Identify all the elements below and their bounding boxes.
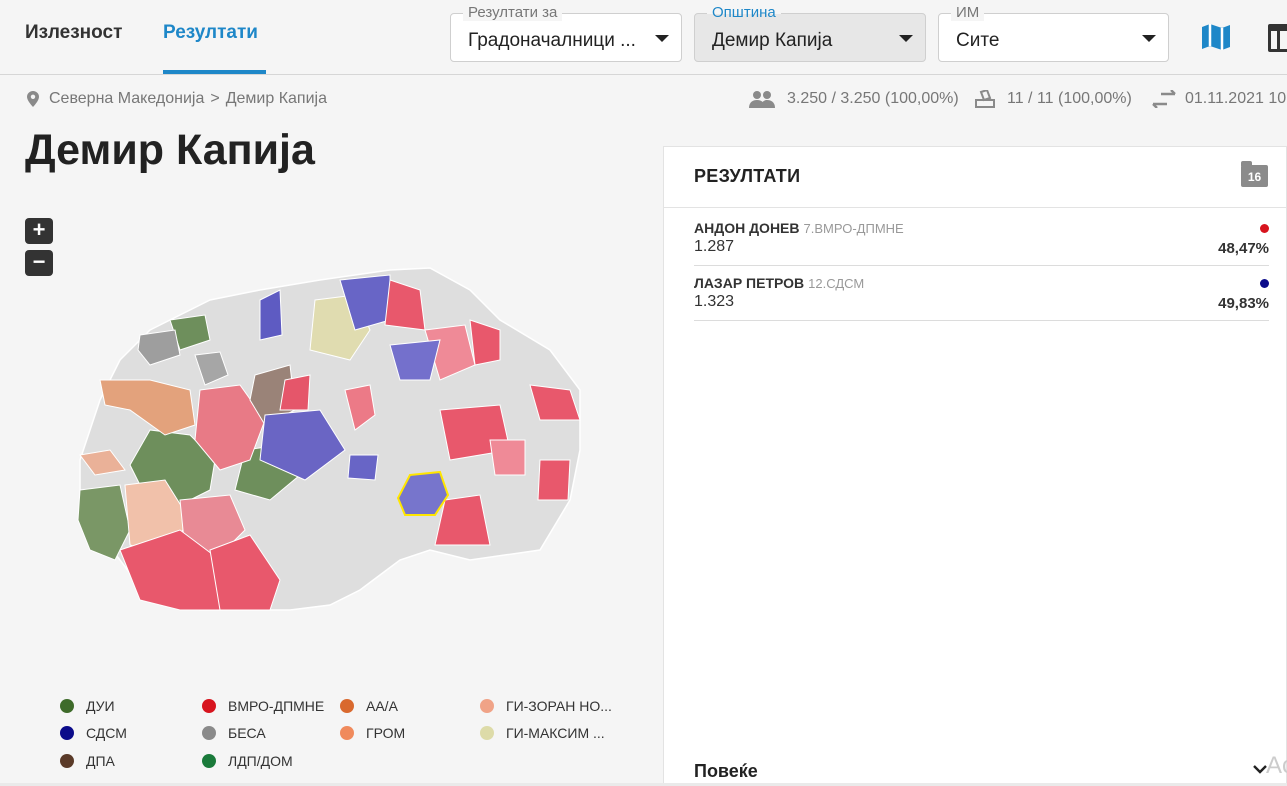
- active-tab-indicator: [163, 70, 266, 74]
- candidate-votes: 1.323: [694, 293, 735, 310]
- region-blue-small: [347, 454, 379, 481]
- arrows-icon: [1152, 90, 1176, 108]
- legend-dot: [60, 754, 74, 768]
- region-pink-east: [489, 439, 526, 476]
- name-select[interactable]: ИМ Сите: [938, 5, 1169, 62]
- candidate-party: 7.ВМРО-ДПМНЕ: [803, 221, 904, 236]
- more-button[interactable]: Повеќе: [694, 761, 758, 782]
- caret-down-icon: [1142, 35, 1156, 42]
- page-title: Демир Капија: [25, 126, 315, 174]
- legend-label: БЕСА: [228, 725, 266, 741]
- folder-icon[interactable]: 16: [1241, 161, 1268, 187]
- legend-label: ЛДП/ДОМ: [228, 753, 293, 769]
- legend-label: АА/А: [366, 698, 398, 714]
- breadcrumb-municipality: Демир Капија: [225, 90, 327, 107]
- candidate-percent: 48,47%: [1218, 240, 1269, 257]
- legend-item: БЕСА: [202, 725, 266, 741]
- legend-item: ГИ-ЗОРАН НО...: [480, 698, 612, 714]
- legend-item: ЛДП/ДОМ: [202, 753, 293, 769]
- updated-value: 01.11.2021 10:0: [1185, 90, 1287, 107]
- name-value: Сите: [956, 30, 1000, 51]
- municipality-select[interactable]: Општина Демир Капија: [694, 5, 926, 62]
- top-bar: Излезност Резултати Резултати за Градона…: [0, 0, 1287, 75]
- results-for-select[interactable]: Резултати за Градоначалници ...: [450, 5, 682, 62]
- name-label: ИМ: [951, 5, 985, 21]
- results-for-value: Градоначалници ...: [468, 30, 636, 51]
- breadcrumb-country[interactable]: Северна Македонија: [49, 90, 204, 108]
- results-panel: РЕЗУЛТАТИ 16 АНДОН ДОНЕВ 7.ВМРО-ДПМНЕ 1.2…: [663, 146, 1287, 786]
- legend-label: ВМРО-ДПМНЕ: [228, 698, 325, 714]
- candidate-row[interactable]: ЛАЗАР ПЕТРОВ 12.СДСМ 1.323 49,83%: [694, 265, 1269, 321]
- zoom-out-button[interactable]: −: [25, 250, 53, 276]
- party-color-dot: [1260, 224, 1269, 233]
- party-color-dot: [1260, 279, 1269, 288]
- municipalities-map[interactable]: [70, 260, 600, 620]
- legend-item: АА/А: [340, 698, 398, 714]
- candidate-votes: 1.287: [694, 238, 735, 255]
- watermark-text: Ac: [1266, 752, 1287, 779]
- candidate-name: ЛАЗАР ПЕТРОВ: [694, 275, 805, 291]
- caret-down-icon: [899, 35, 913, 42]
- legend-dot: [480, 726, 494, 740]
- breadcrumb: Северна Македонија > Демир Капија: [27, 90, 327, 108]
- legend-label: ДУИ: [86, 698, 115, 714]
- legend-item: ДУИ: [60, 698, 115, 714]
- legend-dot: [340, 726, 354, 740]
- legend-dot: [202, 754, 216, 768]
- map-icon[interactable]: [1200, 22, 1232, 52]
- candidate-name-line: ЛАЗАР ПЕТРОВ 12.СДСМ: [694, 275, 864, 291]
- legend-item: СДСМ: [60, 725, 127, 741]
- tab-turnout[interactable]: Излезност: [25, 22, 122, 44]
- people-icon: [749, 91, 775, 108]
- region-red-east2: [537, 459, 571, 501]
- candidate-name-line: АНДОН ДОНЕВ 7.ВМРО-ДПМНЕ: [694, 220, 904, 236]
- legend-label: СДСМ: [86, 725, 127, 741]
- results-for-label: Резултати за: [463, 5, 563, 21]
- legend-dot: [340, 699, 354, 713]
- legend-dot: [202, 726, 216, 740]
- candidate-party: 12.СДСМ: [808, 276, 865, 291]
- updated-stat: 01.11.2021 10:0: [1151, 90, 1287, 108]
- results-title: РЕЗУЛТАТИ: [694, 166, 801, 186]
- legend-dot: [60, 726, 74, 740]
- municipality-label: Општина: [707, 5, 781, 21]
- legend-item: ДПА: [60, 753, 115, 769]
- legend-item: ГРОМ: [340, 725, 405, 741]
- legend-label: ГИ-МАКСИМ ...: [506, 725, 605, 741]
- legend-dot: [202, 699, 216, 713]
- stations-stat: 11 / 11 (100,00%): [975, 90, 1132, 108]
- breadcrumb-separator: >: [210, 90, 220, 107]
- results-header: РЕЗУЛТАТИ 16: [664, 147, 1286, 208]
- tab-results[interactable]: Резултати: [163, 22, 258, 44]
- zoom-in-button[interactable]: +: [25, 218, 53, 244]
- candidate-row[interactable]: АНДОН ДОНЕВ 7.ВМРО-ДПМНЕ 1.287 48,47%: [694, 210, 1269, 266]
- legend-label: ГИ-ЗОРАН НО...: [506, 698, 612, 714]
- caret-down-icon: [655, 35, 669, 42]
- candidate-name: АНДОН ДОНЕВ: [694, 220, 800, 236]
- voters-stat: 3.250 / 3.250 (100,00%): [749, 90, 959, 108]
- stations-value: 11 / 11 (100,00%): [1007, 90, 1132, 107]
- location-pin-icon: [27, 91, 39, 107]
- legend-dot: [480, 699, 494, 713]
- legend-label: ГРОМ: [366, 725, 406, 741]
- legend-item: ВМРО-ДПМНЕ: [202, 698, 324, 714]
- legend-dot: [60, 699, 74, 713]
- ballot-box-icon: [975, 90, 995, 108]
- legend-label: ДПА: [86, 753, 115, 769]
- table-icon[interactable]: [1268, 24, 1287, 52]
- party-legend: ДУИ ВМРО-ДПМНЕ АА/А ГИ-ЗОРАН НО... СДСМ …: [60, 698, 640, 778]
- voters-value: 3.250 / 3.250 (100,00%): [787, 90, 959, 107]
- region-red-center: [279, 374, 311, 411]
- municipality-value: Демир Капија: [712, 30, 833, 51]
- candidate-percent: 49,83%: [1218, 295, 1269, 312]
- legend-item: ГИ-МАКСИМ ...: [480, 725, 605, 741]
